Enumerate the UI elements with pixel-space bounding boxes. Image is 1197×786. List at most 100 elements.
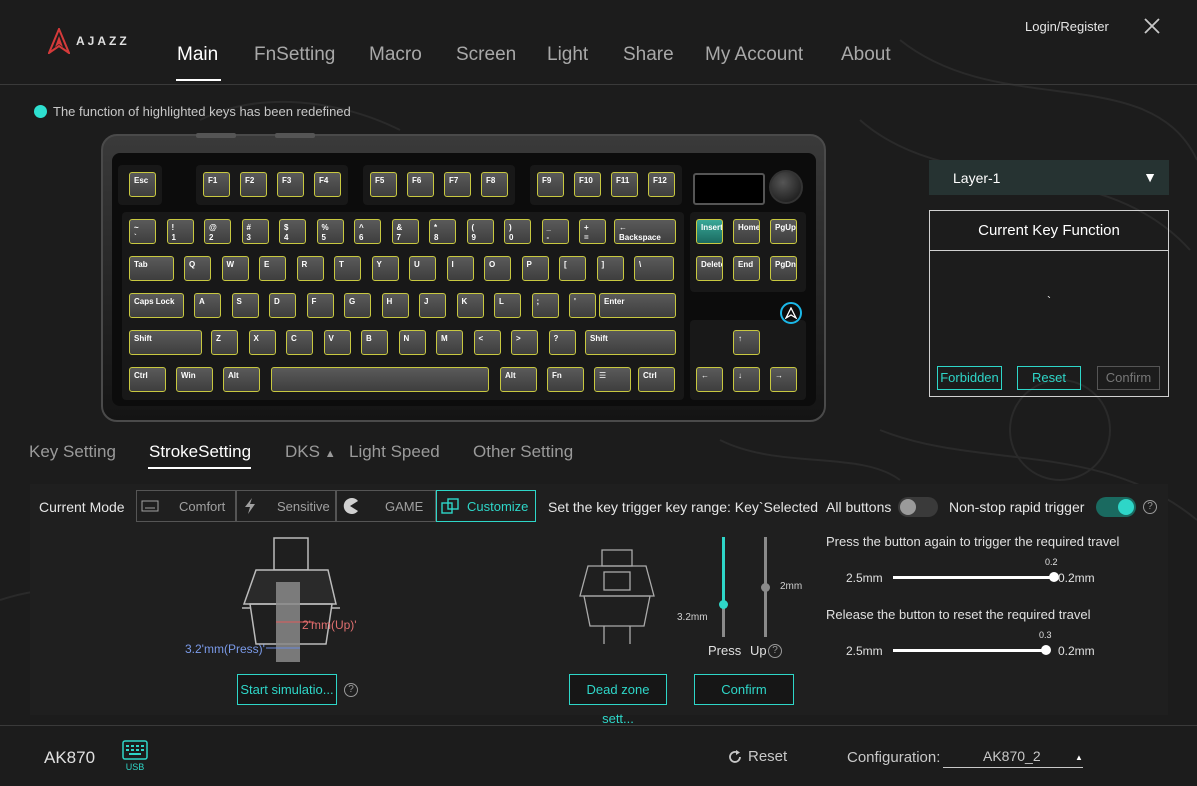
key-down-arrow[interactable]: ↓ [733,367,760,392]
key-space[interactable] [271,367,489,392]
key-row1[interactable]: ) 0 [504,219,531,244]
key-tab[interactable]: Tab [129,256,174,281]
key-row4[interactable]: N [398,330,426,355]
help-icon[interactable]: ? [344,683,358,697]
key-menu[interactable]: ☰ [594,367,631,392]
key-row1[interactable]: * 8 [429,219,456,244]
press-travel-slider[interactable] [719,537,728,637]
configuration-select[interactable]: AK870_2 [943,748,1083,768]
key-left-ctrl[interactable]: Ctrl [129,367,166,392]
key-row1[interactable]: (9 [466,219,494,244]
key-f2[interactable]: F2 [240,172,267,197]
key-f11[interactable]: F11 [611,172,638,197]
key-nav[interactable]: PgUp [770,219,797,244]
tab-light[interactable]: Light [547,44,588,66]
key-right-ctrl[interactable]: Ctrl [638,367,675,392]
key-row4[interactable]: C [286,330,313,355]
key-left-arrow[interactable]: ← [696,367,723,392]
key-right-alt[interactable]: Alt [500,367,537,392]
key-enter[interactable]: Enter [599,293,676,318]
press-again-slider[interactable] [893,572,1059,582]
tab-screen[interactable]: Screen [456,44,516,66]
key-row3[interactable]: ' [569,293,596,318]
keyboard-knob[interactable] [769,170,803,204]
key-left-shift[interactable]: Shift [129,330,202,355]
key-row2[interactable]: \ [634,256,674,281]
tab-my-account[interactable]: My Account [705,44,803,66]
key-row1[interactable]: #3 [241,219,269,244]
key-win[interactable]: Win [176,367,213,392]
reset-config-button[interactable]: Reset [728,748,787,765]
subtab-dks[interactable]: DKS ▲ [285,442,336,462]
key-row3[interactable]: J [419,293,446,318]
key-row1[interactable]: & 7 [391,219,419,244]
key-f3[interactable]: F3 [277,172,304,197]
key-nav[interactable]: Home [733,219,760,244]
help-icon[interactable]: ? [1143,500,1157,514]
release-slider[interactable] [893,645,1051,655]
key-row4[interactable]: V [323,330,351,355]
tab-macro[interactable]: Macro [369,44,422,66]
tab-fnsetting[interactable]: FnSetting [254,44,335,66]
key-row3[interactable]: H [381,293,409,318]
key-row1[interactable]: ~ ` [129,219,156,244]
subtab-light-speed[interactable]: Light Speed [349,442,440,462]
key-up-arrow[interactable]: ↑ [733,330,760,355]
confirm-stroke-button[interactable]: Confirm [694,674,794,705]
mode-sensitive-button[interactable]: Sensitive [236,490,336,522]
key-f5[interactable]: F5 [370,172,397,197]
mode-game-button[interactable]: GAME [336,490,436,522]
key-row2[interactable]: O [484,256,511,281]
key-caps-lock[interactable]: Caps Lock [129,293,184,318]
key-row2[interactable]: E [259,256,286,281]
key-row4[interactable]: B [361,330,388,355]
press-slider-handle[interactable] [719,600,728,609]
key-f1[interactable]: F1 [203,172,230,197]
key-row2[interactable]: ] [596,256,624,281]
key-f9[interactable]: F9 [537,172,564,197]
start-simulation-button[interactable]: Start simulatio... [237,674,337,705]
key-f10[interactable]: F10 [574,172,601,197]
key-row3[interactable]: F [306,293,334,318]
key-fn[interactable]: Fn [547,367,584,392]
key-row2[interactable]: U [409,256,436,281]
key-row3[interactable]: A [194,293,221,318]
close-icon[interactable] [1143,17,1161,35]
release-slider-handle[interactable] [1041,645,1051,655]
layer-select[interactable]: Layer-1 ▼ [929,160,1169,195]
mode-customize-button[interactable]: Customize [436,490,536,522]
up-slider-handle[interactable] [761,583,770,592]
key-row1[interactable]: _ - [541,219,569,244]
key-row4[interactable]: ? [548,330,576,355]
key-right-arrow[interactable]: → [770,367,797,392]
confirm-key-button[interactable]: Confirm [1097,366,1160,390]
key-row1[interactable]: % 5 [316,219,344,244]
key-row3[interactable]: K [456,293,484,318]
key-row2[interactable]: R [296,256,324,281]
key-row1[interactable]: $4 [279,219,306,244]
key-row4[interactable]: > [511,330,538,355]
key-row4[interactable]: < [473,330,501,355]
key-row2[interactable]: Y [371,256,399,281]
forbidden-button[interactable]: Forbidden [937,366,1002,390]
tab-main[interactable]: Main [177,44,218,66]
key-row4[interactable]: M [436,330,463,355]
key-row2[interactable]: P [521,256,549,281]
key-row1[interactable]: ^ 6 [354,219,381,244]
key-nav[interactable]: End [733,256,760,281]
subtab-stroke-setting[interactable]: StrokeSetting [149,442,251,462]
key-nav[interactable]: Delete [696,256,723,281]
key-f6[interactable]: F6 [407,172,434,197]
tab-share[interactable]: Share [623,44,674,66]
key-row2[interactable]: I [446,256,474,281]
subtab-other-setting[interactable]: Other Setting [473,442,573,462]
help-icon[interactable]: ? [768,644,782,658]
key-row2[interactable]: W [221,256,249,281]
key-row1[interactable]: @2 [204,219,231,244]
key-row3[interactable]: L [494,293,521,318]
key-nav[interactable]: Insert [696,219,723,244]
key-right-shift[interactable]: Shift [585,330,676,355]
key-row2[interactable]: Q [184,256,211,281]
key-esc[interactable]: Esc [129,172,156,197]
key-f8[interactable]: F8 [481,172,508,197]
